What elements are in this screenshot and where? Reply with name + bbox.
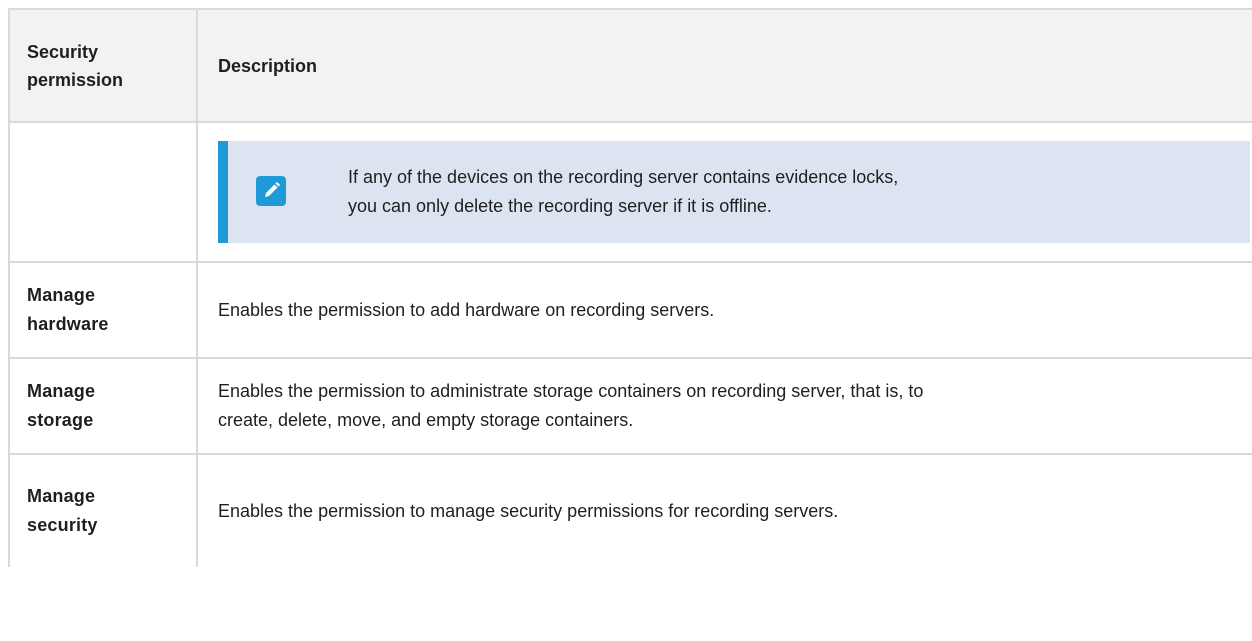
security-permissions-table: Security permission Description If any o…: [8, 8, 1252, 567]
permission-cell: Manage hardware: [8, 262, 198, 359]
table-header: Security permission Description: [8, 8, 1252, 123]
description-text-line-2: create, delete, move, and empty storage …: [218, 410, 634, 430]
header-security-permission-label: Security permission: [27, 41, 124, 90]
table-body: If any of the devices on the recording s…: [8, 122, 1252, 567]
header-description-label: Description: [218, 55, 318, 76]
description-text-line-1: Enables the permission to administrate s…: [218, 381, 924, 401]
permission-name-line-2: security: [27, 515, 98, 535]
description-cell: Enables the permission to add hardware o…: [197, 262, 1252, 359]
permission-cell: Manage security: [8, 454, 198, 567]
note-row-description-cell: If any of the devices on the recording s…: [197, 122, 1252, 263]
table-row: Manage security Enables the permission t…: [8, 454, 1252, 567]
description-text: Enables the permission to add hardware o…: [218, 299, 715, 320]
note-text: If any of the devices on the recording s…: [348, 163, 898, 221]
permission-name-line-1: Manage: [27, 285, 96, 305]
header-security-permission: Security permission: [8, 8, 198, 123]
table-row: Manage hardware Enables the permission t…: [8, 262, 1252, 359]
table-header-row: Security permission Description: [8, 8, 1252, 123]
permission-name-line-2: storage: [27, 410, 94, 430]
note-callout: If any of the devices on the recording s…: [218, 141, 1250, 243]
permission-name-line-2: hardware: [27, 314, 109, 334]
permission-cell: Manage storage: [8, 358, 198, 455]
note-row-permission-cell: [8, 122, 198, 263]
permission-name-line-1: Manage: [27, 486, 96, 506]
header-description: Description: [197, 8, 1252, 123]
permission-name-line-1: Manage: [27, 381, 96, 401]
table-row: Manage storage Enables the permission to…: [8, 358, 1252, 455]
description-cell: Enables the permission to administrate s…: [197, 358, 1252, 455]
note-text-line-2: you can only delete the recording server…: [348, 196, 772, 216]
table-row-note: If any of the devices on the recording s…: [8, 122, 1252, 263]
description-cell: Enables the permission to manage securit…: [197, 454, 1252, 567]
pencil-icon: [256, 176, 286, 206]
description-text: Enables the permission to manage securit…: [218, 500, 839, 521]
note-text-line-1: If any of the devices on the recording s…: [348, 167, 899, 187]
